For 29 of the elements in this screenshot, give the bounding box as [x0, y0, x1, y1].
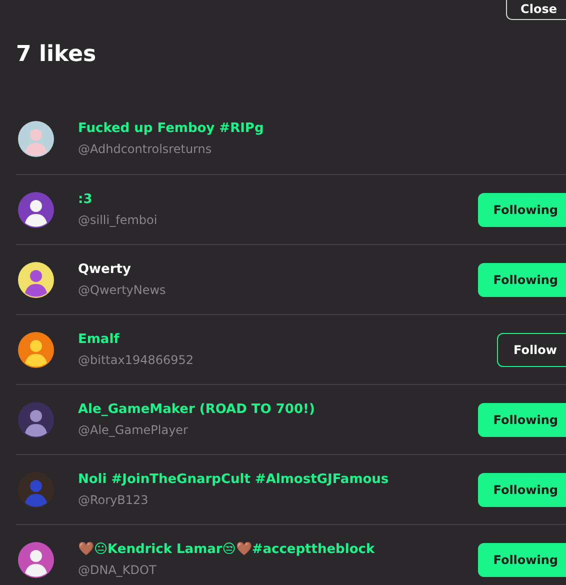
avatar-icon [18, 402, 54, 438]
likes-heading: 7 likes [16, 42, 98, 69]
following-button[interactable]: Following [478, 402, 566, 436]
avatar-icon [18, 192, 54, 228]
user-name[interactable]: 🤎😐Kendrick Lamar😒🤎#accepttheblock [78, 540, 478, 558]
following-button[interactable]: Following [478, 192, 566, 226]
following-button[interactable]: Following [478, 472, 566, 506]
user-name[interactable]: Fucked up Femboy #RIPg [78, 120, 566, 138]
user-name[interactable]: Emalf [78, 330, 498, 348]
user-handle: @DNA_KDOT [78, 562, 158, 578]
following-button[interactable]: Following [478, 262, 566, 296]
avatar-icon [18, 472, 54, 508]
user-name[interactable]: :3 [78, 190, 478, 208]
user-name[interactable]: Noli #JoinTheGnarpCult #AlmostGJFamous [78, 470, 478, 488]
user-handle: @Ale_GamePlayer [78, 422, 189, 438]
following-button[interactable]: Following [478, 542, 566, 576]
user-handle: @QwertyNews [78, 282, 167, 298]
avatar-icon [18, 542, 54, 578]
avatar-icon [18, 332, 54, 368]
avatar-icon [18, 262, 54, 298]
avatar-icon [18, 121, 54, 157]
user-name[interactable]: Qwerty [78, 260, 478, 278]
close-button[interactable]: Close [506, 0, 566, 20]
user-handle: @RoryB123 [78, 492, 150, 508]
follow-button[interactable]: Follow [497, 332, 566, 366]
user-name[interactable]: Ale_GameMaker (ROAD TO 700!) [78, 400, 478, 418]
user-handle: @silli_femboi [78, 212, 158, 228]
user-handle: @Adhdcontrolsreturns [78, 141, 213, 158]
user-handle: @bittax194866952 [78, 352, 195, 368]
